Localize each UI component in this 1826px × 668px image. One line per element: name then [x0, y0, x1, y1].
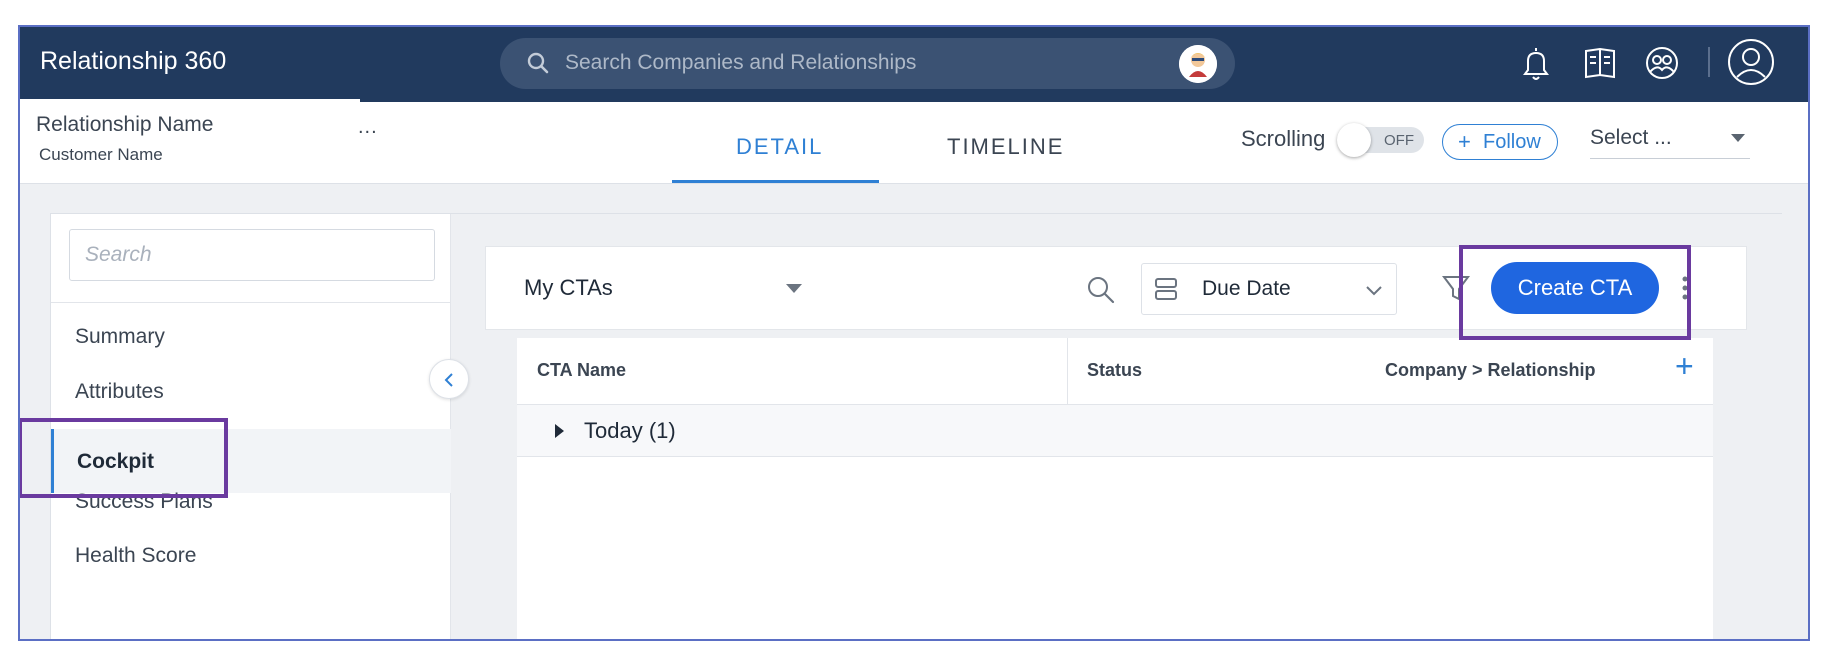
toggle-knob: [1337, 123, 1371, 157]
scrolling-toggle[interactable]: OFF: [1337, 123, 1424, 157]
record-header: Relationship Name Customer Name ... DETA…: [20, 102, 1808, 184]
tab-timeline[interactable]: TIMELINE: [947, 134, 1064, 160]
cta-view-selector[interactable]: My CTAs: [524, 275, 613, 301]
group-label: Today (1): [584, 418, 676, 443]
search-icon[interactable]: [1086, 275, 1116, 305]
caret-down-icon[interactable]: [786, 284, 802, 293]
expand-arrow-icon[interactable]: [555, 424, 564, 438]
follow-button[interactable]: + Follow: [1442, 124, 1558, 160]
app-title: Relationship 360: [40, 47, 227, 75]
cockpit-highlight-box: [20, 418, 228, 498]
tab-detail[interactable]: DETAIL: [736, 134, 823, 160]
column-header-cta-name[interactable]: CTA Name: [537, 360, 626, 381]
active-tab-indicator: [672, 180, 879, 183]
community-icon[interactable]: [1644, 44, 1680, 82]
global-search-input[interactable]: [565, 47, 1125, 79]
sort-by-dropdown[interactable]: Due Date: [1141, 263, 1397, 315]
chevron-left-icon: [444, 373, 453, 387]
customer-name: Customer Name: [39, 145, 163, 164]
user-profile-icon[interactable]: [1726, 37, 1776, 87]
caret-down-icon: [1731, 134, 1745, 142]
global-search[interactable]: [500, 38, 1235, 89]
sort-icon: [1155, 278, 1177, 300]
select-dropdown[interactable]: Select ...: [1590, 122, 1750, 159]
bell-icon[interactable]: [1520, 44, 1552, 82]
table-group-row[interactable]: Today (1): [517, 405, 1713, 457]
top-nav-bar: Relationship 360: [20, 27, 1808, 102]
sidebar-divider: [51, 302, 451, 303]
relationship-name: Relationship Name: [36, 113, 214, 136]
assistant-avatar-icon[interactable]: [1179, 45, 1217, 83]
column-header-company-relationship[interactable]: Company > Relationship: [1385, 360, 1596, 381]
add-column-icon[interactable]: +: [1675, 348, 1694, 385]
collapse-sidebar-button[interactable]: [429, 359, 469, 399]
sidebar-item-health-score[interactable]: Health Score: [75, 544, 196, 568]
column-divider: [1067, 338, 1068, 404]
more-options-button[interactable]: ...: [358, 116, 378, 139]
plus-icon: +: [1458, 129, 1471, 154]
sort-by-value: Due Date: [1202, 277, 1291, 300]
create-cta-highlight-box: [1459, 245, 1691, 340]
toggle-state: OFF: [1384, 132, 1414, 149]
cta-table: CTA Name Status Company > Relationship +…: [517, 338, 1713, 639]
search-icon: [527, 52, 549, 74]
nav-divider: [1708, 47, 1710, 77]
app-window: Relationship 360 Search Companies and Re…: [18, 25, 1810, 641]
section-search-input[interactable]: [69, 229, 435, 281]
select-value: Select ...: [1590, 126, 1672, 149]
chevron-down-icon: [1366, 286, 1382, 296]
scrolling-label: Scrolling: [1241, 126, 1326, 151]
column-header-status[interactable]: Status: [1087, 360, 1142, 381]
sidebar-item-summary[interactable]: Summary: [75, 325, 165, 349]
follow-label: Follow: [1483, 131, 1541, 153]
book-icon[interactable]: [1583, 44, 1617, 82]
sidebar-item-attributes[interactable]: Attributes: [75, 380, 164, 404]
